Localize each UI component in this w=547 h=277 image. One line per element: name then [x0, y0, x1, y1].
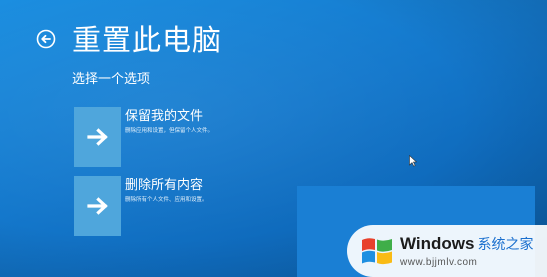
watermark-url: www.bjjmlv.com: [400, 256, 478, 268]
back-button[interactable]: [36, 29, 56, 49]
right-arrow-icon: [86, 197, 108, 215]
choose-option-label: 选择一个选项: [72, 72, 151, 87]
mouse-pointer-icon: [409, 152, 418, 171]
back-arrow-circle-icon: [36, 29, 56, 49]
option-remove-everything[interactable]: 删除所有内容 删除所有个人文件、应用和设置。: [74, 176, 208, 236]
windows-logo-icon: [362, 238, 392, 265]
watermark-brand-cn: 系统之家: [477, 236, 534, 253]
option-keep-my-files[interactable]: 保留我的文件 删除应用和设置，但保留个人文件。: [74, 107, 213, 167]
option-title[interactable]: 保留我的文件: [125, 109, 213, 125]
option-tile[interactable]: [74, 107, 121, 167]
page-title: 重置此电脑: [72, 23, 223, 57]
watermark: Windows 系统之家 www.bjjmlv.com: [347, 225, 547, 277]
watermark-brand: Windows: [400, 233, 475, 253]
option-description: 删除所有个人文件、应用和设置。: [125, 197, 208, 203]
right-arrow-icon: [86, 128, 108, 146]
option-description: 删除应用和设置，但保留个人文件。: [125, 128, 214, 134]
option-title[interactable]: 删除所有内容: [125, 178, 208, 194]
option-tile[interactable]: [74, 176, 121, 236]
